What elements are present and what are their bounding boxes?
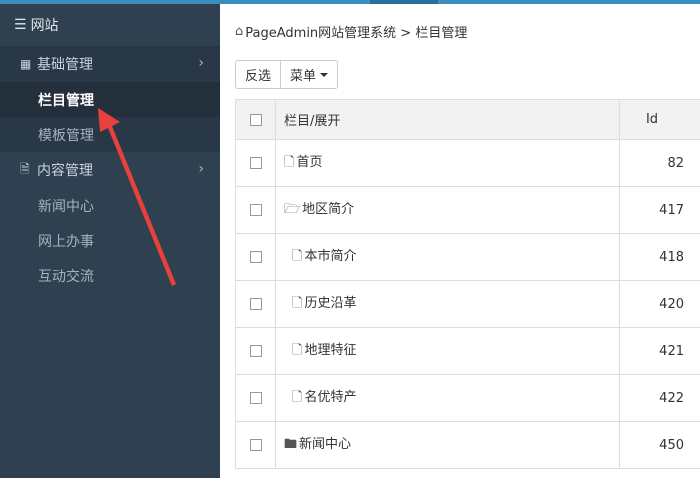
column-header-name[interactable]: 栏目/展开 [275,99,620,140]
file-icon: 🗋 [292,249,303,264]
row-name-cell: 🖿 新闻中心 [275,421,620,469]
select-all-checkbox[interactable] [249,113,262,126]
sidebar-header[interactable]: ☰ 网站 [0,4,220,46]
row-check-cell [235,186,276,234]
caret-down-icon [320,72,329,77]
file-icon: 🗋 [292,343,303,358]
toolbar: 反选 菜单 [235,60,339,89]
row-check-cell [235,374,276,422]
table-header-row: 栏目/展开 Id [235,99,700,140]
home-icon: ⌂ [235,24,244,39]
invert-selection-button[interactable]: 反选 [235,60,282,89]
row-checkbox[interactable] [249,251,262,263]
row-checkbox[interactable] [249,439,262,451]
row-name-cell: 🗋 首页 [275,139,620,187]
select-all-cell [235,99,276,140]
row-id: 450 [619,421,700,469]
breadcrumb-text: PageAdmin网站管理系统 > 栏目管理 [245,26,468,41]
sidebar-item-label: 栏目管理 [38,92,94,109]
file-icon: 🗋 [292,390,303,405]
table-row[interactable]: 🗋 地理特征 421 [235,327,700,375]
row-name[interactable]: 新闻中心 [299,437,351,452]
row-id: 418 [619,233,700,281]
row-check-cell [235,233,276,281]
row-name-cell: 🗋 名优特产 [275,374,620,422]
breadcrumb: ⌂ PageAdmin网站管理系统 > 栏目管理 [235,22,467,41]
row-check-cell [235,139,276,187]
sidebar-header-label: 网站 [30,18,59,34]
menu-dropdown-label: 菜单 [290,69,317,84]
table-row[interactable]: 🗋 名优特产 422 [235,374,700,422]
folder-icon[interactable]: 🖿 [284,435,297,457]
file-icon: 🗋 [284,155,295,170]
sidebar-group-basic[interactable]: ▦ 基础管理 › [0,46,220,82]
column-table: 栏目/展开 Id 🗋 首页 82 🗁 地区简介 417 🗋 本市简介 418 🗋… [235,99,700,469]
row-checkbox[interactable] [249,157,262,169]
row-checkbox[interactable] [249,392,262,404]
column-header-id[interactable]: Id [619,99,700,140]
table-row[interactable]: 🗁 地区简介 417 [235,186,700,234]
menu-icon: ☰ [14,17,27,33]
row-name[interactable]: 首页 [296,155,322,170]
chevron-right-icon: › [198,55,204,71]
row-name[interactable]: 地区简介 [302,202,354,217]
row-check-cell [235,327,276,375]
sidebar-group-label: 基础管理 [37,57,93,73]
sidebar-item-label: 互动交流 [38,268,94,285]
row-id: 422 [619,374,700,422]
row-id: 421 [619,327,700,375]
row-checkbox[interactable] [249,204,262,216]
grid-icon: ▦ [20,57,32,71]
table-row[interactable]: 🗋 历史沿革 420 [235,280,700,328]
sidebar-item-label: 新闻中心 [38,198,94,215]
menu-dropdown-button[interactable]: 菜单 [281,60,339,89]
row-name-cell: 🗋 本市简介 [275,233,620,281]
row-id: 82 [619,139,700,187]
row-name[interactable]: 名优特产 [304,390,356,405]
row-name-cell: 🗁 地区简介 [275,186,620,234]
row-name[interactable]: 地理特征 [304,343,356,358]
row-id: 417 [619,186,700,234]
table-row[interactable]: 🖿 新闻中心 450 [235,421,700,469]
document-icon: 🗎 [20,161,30,176]
table-row[interactable]: 🗋 首页 82 [235,139,700,187]
chevron-right-icon: › [198,161,204,177]
row-checkbox[interactable] [249,298,262,310]
folder-open-icon[interactable]: 🗁 [284,200,300,222]
row-name-cell: 🗋 历史沿革 [275,280,620,328]
row-name-cell: 🗋 地理特征 [275,327,620,375]
row-checkbox[interactable] [249,345,262,357]
row-name[interactable]: 历史沿革 [304,296,356,311]
table-row[interactable]: 🗋 本市简介 418 [235,233,700,281]
row-check-cell [235,280,276,328]
row-id: 420 [619,280,700,328]
sidebar-group-label: 内容管理 [37,163,93,179]
file-icon: 🗋 [292,296,303,311]
sidebar-item-label: 模板管理 [38,127,94,144]
main-content: ⌂ PageAdmin网站管理系统 > 栏目管理 反选 菜单 栏目/展开 Id … [220,4,700,478]
sidebar-item-label: 网上办事 [38,233,94,250]
row-name[interactable]: 本市简介 [304,249,356,264]
annotation-arrow [98,108,176,286]
row-check-cell [235,421,276,469]
